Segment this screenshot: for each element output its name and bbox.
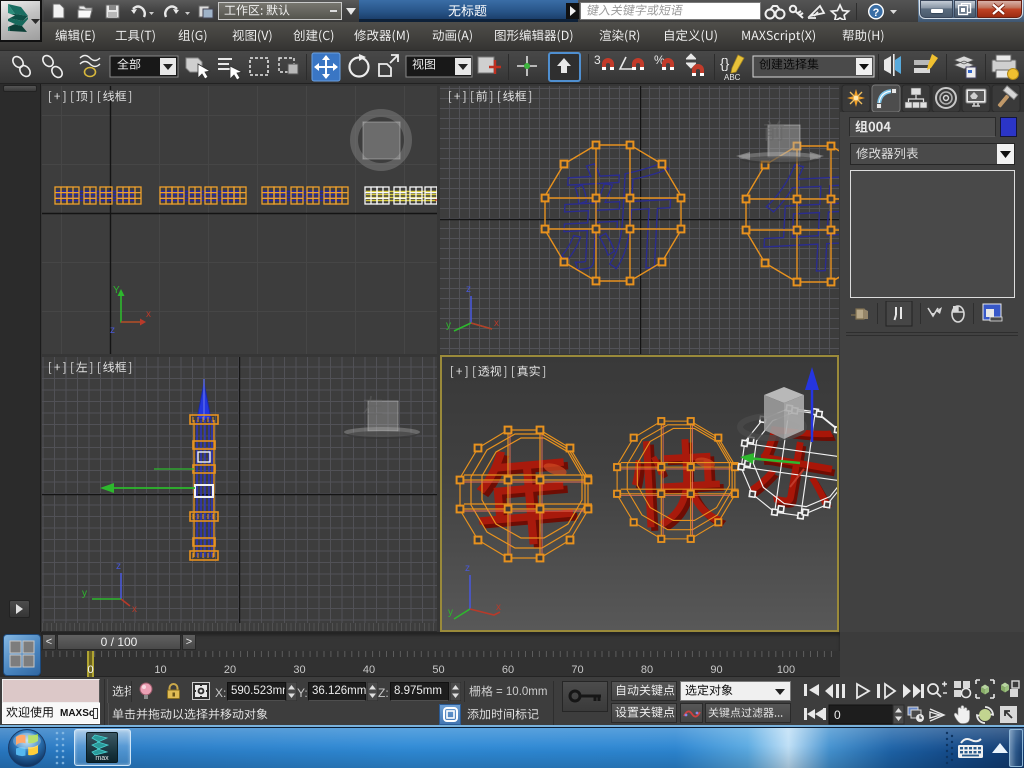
- svg-text:ABC: ABC: [724, 73, 741, 82]
- svg-text:?: ?: [873, 7, 880, 19]
- svg-text:0: 0: [87, 664, 93, 676]
- svg-text:10: 10: [154, 664, 166, 676]
- svg-text:70: 70: [571, 664, 583, 676]
- svg-text:z: z: [110, 325, 115, 336]
- svg-text:50: 50: [432, 664, 444, 676]
- svg-text:y: y: [448, 607, 453, 618]
- svg-text:{}: {}: [720, 55, 730, 71]
- svg-text:20: 20: [224, 664, 236, 676]
- svg-text:x: x: [146, 309, 151, 320]
- svg-text:0: 0: [834, 708, 841, 722]
- svg-text:x: x: [132, 604, 137, 615]
- svg-text:y: y: [82, 588, 87, 599]
- svg-text:80: 80: [641, 664, 653, 676]
- svg-text:3: 3: [594, 53, 601, 67]
- svg-text:60: 60: [502, 664, 514, 676]
- svg-text:x: x: [496, 602, 501, 613]
- svg-text:40: 40: [363, 664, 375, 676]
- svg-text:30: 30: [293, 664, 305, 676]
- svg-text:100: 100: [777, 664, 795, 676]
- svg-text:z: z: [466, 284, 471, 295]
- svg-text:Y: Y: [113, 285, 120, 296]
- svg-text:max: max: [95, 755, 109, 761]
- svg-text:x: x: [494, 318, 499, 329]
- svg-text:z: z: [465, 563, 470, 574]
- svg-text:z: z: [116, 561, 121, 572]
- svg-text:90: 90: [710, 664, 722, 676]
- svg-text:y: y: [446, 320, 451, 331]
